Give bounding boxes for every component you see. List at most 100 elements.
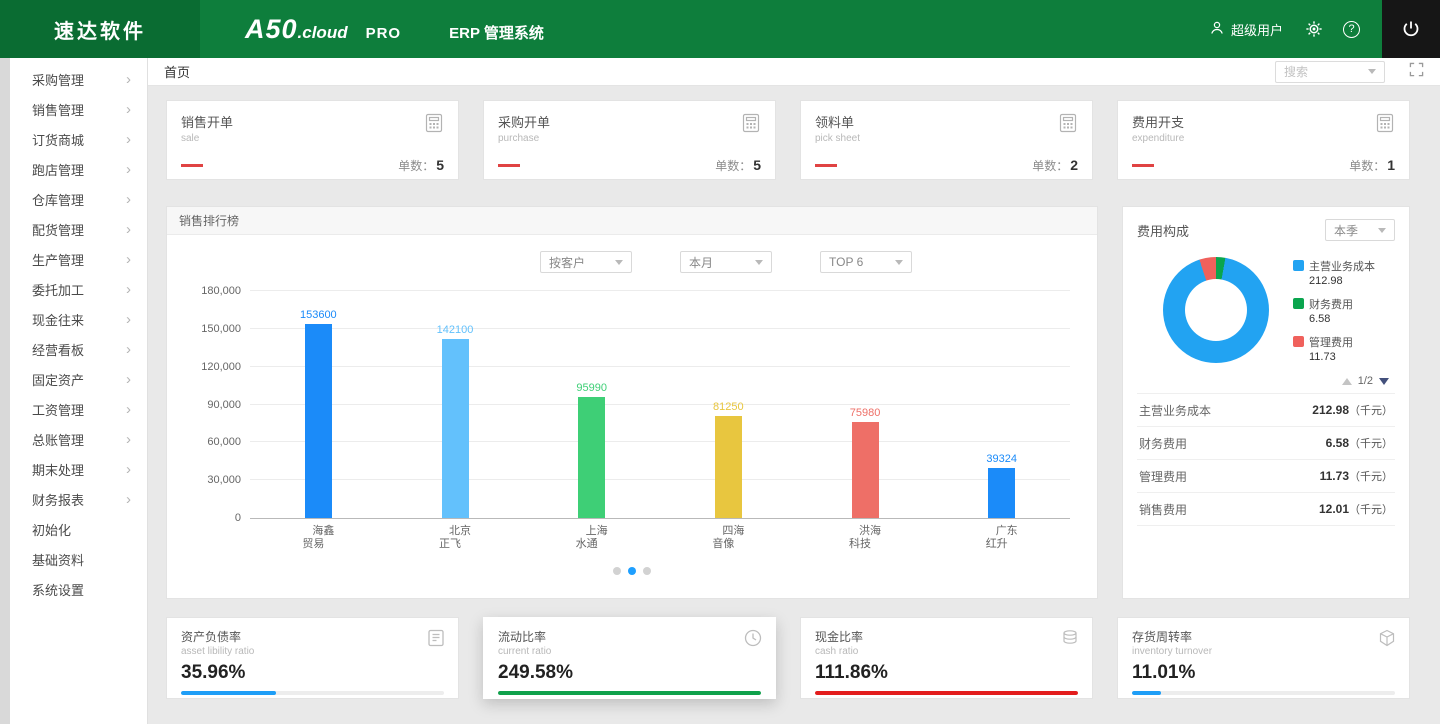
sidebar-item[interactable]: 委托加工› bbox=[10, 274, 147, 304]
filter-period-select[interactable]: 本月 bbox=[680, 251, 772, 273]
stat-card[interactable]: 费用开支expenditure单数：1 bbox=[1117, 100, 1410, 180]
expense-row-value: 12.01（千元） bbox=[1319, 501, 1393, 517]
sidebar-item-label: 配货管理 bbox=[32, 220, 84, 239]
filter-select-value: 按客户 bbox=[549, 254, 585, 271]
metric-card[interactable]: 流动比率current ratio249.58% bbox=[483, 617, 776, 699]
user-menu[interactable]: 超级用户 bbox=[1209, 20, 1283, 39]
calculator-icon bbox=[740, 112, 762, 139]
sidebar-item-label: 总账管理 bbox=[32, 430, 84, 449]
sidebar-item-label: 初始化 bbox=[32, 520, 71, 539]
filter-select-value: 本月 bbox=[689, 254, 713, 271]
sidebar-item[interactable]: 生产管理› bbox=[10, 244, 147, 274]
donut-chart[interactable] bbox=[1163, 257, 1269, 363]
chevron-right-icon: › bbox=[126, 192, 131, 207]
sidebar-item[interactable]: 固定资产› bbox=[10, 364, 147, 394]
filter-top-select[interactable]: TOP 6 bbox=[820, 251, 912, 273]
sidebar-item[interactable]: 期末处理› bbox=[10, 454, 147, 484]
sidebar-item-label: 委托加工 bbox=[32, 280, 84, 299]
pager-down-icon[interactable] bbox=[1379, 378, 1389, 385]
legend-entry: 管理费用 bbox=[1293, 334, 1375, 350]
chart-pagination bbox=[167, 567, 1097, 575]
sidebar-item-label: 系统设置 bbox=[32, 580, 84, 599]
stat-count: 单数：2 bbox=[1032, 157, 1078, 174]
stat-card[interactable]: 采购开单purchase单数：5 bbox=[483, 100, 776, 180]
bar[interactable] bbox=[715, 416, 742, 518]
metric-value: 11.01% bbox=[1132, 662, 1395, 684]
chevron-right-icon: › bbox=[126, 72, 131, 87]
stat-count-value: 2 bbox=[1070, 157, 1078, 173]
legend-pager: 1/2 bbox=[1137, 375, 1395, 387]
pagination-dot[interactable] bbox=[613, 567, 621, 575]
expense-row-unit: （千元） bbox=[1349, 471, 1393, 483]
bar[interactable] bbox=[578, 397, 605, 518]
bar-slot: 75980 bbox=[797, 291, 934, 518]
logout-power-button[interactable] bbox=[1382, 0, 1440, 58]
sidebar-item[interactable]: 工资管理› bbox=[10, 394, 147, 424]
sidebar-item[interactable]: 现金往来› bbox=[10, 304, 147, 334]
x-axis-label-line1: 北京 bbox=[387, 525, 524, 538]
pager-up-icon[interactable] bbox=[1342, 378, 1352, 385]
metric-value: 35.96% bbox=[181, 662, 444, 684]
legend-color-swatch bbox=[1293, 260, 1304, 271]
sidebar-item[interactable]: 销售管理› bbox=[10, 94, 147, 124]
sales-ranking-card: 销售排行榜 按客户本月TOP 6 030,00060,00090,000120,… bbox=[166, 206, 1098, 599]
bar[interactable] bbox=[988, 468, 1015, 518]
expense-composition-card: 费用构成 本季 主营业务成本212.98财务费用6.58管理费用11.73 1/… bbox=[1122, 206, 1410, 599]
bar-value-label: 142100 bbox=[437, 324, 474, 336]
metric-progress-track bbox=[181, 691, 444, 695]
metric-card[interactable]: 存货周转率inventory turnover11.01% bbox=[1117, 617, 1410, 699]
stat-count-label: 单数： bbox=[1349, 159, 1385, 173]
donut-chart-area: 主营业务成本212.98 财务费用6.58 管理费用11.73 bbox=[1137, 257, 1395, 363]
pagination-dot[interactable] bbox=[643, 567, 651, 575]
bar-plot: 030,00060,00090,000120,000150,000180,000… bbox=[250, 291, 1070, 519]
metric-card[interactable]: 资产负债率asset libility ratio35.96% bbox=[166, 617, 459, 699]
bar[interactable] bbox=[442, 339, 469, 518]
period-select[interactable]: 本季 bbox=[1325, 219, 1395, 241]
sidebar-item[interactable]: 仓库管理› bbox=[10, 184, 147, 214]
stat-card[interactable]: 销售开单sale单数：5 bbox=[166, 100, 459, 180]
brand-edition: PRO bbox=[366, 25, 402, 42]
sidebar-item[interactable]: 初始化 bbox=[10, 514, 147, 544]
stat-count-label: 单数： bbox=[715, 159, 751, 173]
fullscreen-icon[interactable] bbox=[1409, 62, 1424, 82]
pager-text: 1/2 bbox=[1358, 375, 1373, 387]
sidebar-item[interactable]: 采购管理› bbox=[10, 64, 147, 94]
sidebar-item[interactable]: 财务报表› bbox=[10, 484, 147, 514]
bar[interactable] bbox=[852, 422, 879, 518]
sidebar-item[interactable]: 经营看板› bbox=[10, 334, 147, 364]
legend-item[interactable]: 管理费用11.73 bbox=[1293, 334, 1375, 363]
sidebar-item[interactable]: 系统设置 bbox=[10, 574, 147, 604]
bar-value-label: 95990 bbox=[576, 382, 607, 394]
help-icon[interactable]: ? bbox=[1343, 21, 1360, 38]
metric-card-title: 存货周转率 bbox=[1132, 628, 1395, 645]
sidebar-item-label: 财务报表 bbox=[32, 490, 84, 509]
box-icon bbox=[1377, 628, 1397, 653]
legend-item[interactable]: 财务费用6.58 bbox=[1293, 296, 1375, 325]
sidebar-item-label: 销售管理 bbox=[32, 100, 84, 119]
breadcrumb-home[interactable]: 首页 bbox=[164, 62, 190, 81]
sidebar-item[interactable]: 配货管理› bbox=[10, 214, 147, 244]
sidebar-item-label: 现金往来 bbox=[32, 310, 84, 329]
expense-row-value: 212.98（千元） bbox=[1312, 402, 1393, 418]
bar-slot: 39324 bbox=[933, 291, 1070, 518]
sidebar-item[interactable]: 跑店管理› bbox=[10, 154, 147, 184]
filter-by-customer-select[interactable]: 按客户 bbox=[540, 251, 632, 273]
legend-label: 财务费用 bbox=[1309, 296, 1353, 312]
dashboard: 销售开单sale单数：5 采购开单purchase单数：5 领料单pick shee… bbox=[148, 86, 1440, 699]
sidebar-item[interactable]: 总账管理› bbox=[10, 424, 147, 454]
settings-gear-icon[interactable] bbox=[1305, 20, 1323, 38]
stat-card[interactable]: 领料单pick sheet单数：2 bbox=[800, 100, 1093, 180]
metric-card[interactable]: 现金比率cash ratio111.86% bbox=[800, 617, 1093, 699]
bar[interactable] bbox=[305, 324, 332, 518]
x-axis-label: 海鑫贸易 bbox=[250, 525, 387, 551]
legend-item[interactable]: 主营业务成本212.98 bbox=[1293, 258, 1375, 287]
stat-card-title: 领料单 bbox=[815, 112, 1078, 131]
company-logo: 速达软件 bbox=[0, 0, 200, 58]
stat-count-label: 单数： bbox=[1032, 159, 1068, 173]
metric-progress-fill bbox=[815, 691, 1078, 695]
chevron-down-icon bbox=[755, 260, 763, 265]
sidebar-item[interactable]: 基础资料 bbox=[10, 544, 147, 574]
search-select[interactable]: 搜索 bbox=[1275, 61, 1385, 83]
sidebar-item[interactable]: 订货商城› bbox=[10, 124, 147, 154]
pagination-dot[interactable] bbox=[628, 567, 636, 575]
